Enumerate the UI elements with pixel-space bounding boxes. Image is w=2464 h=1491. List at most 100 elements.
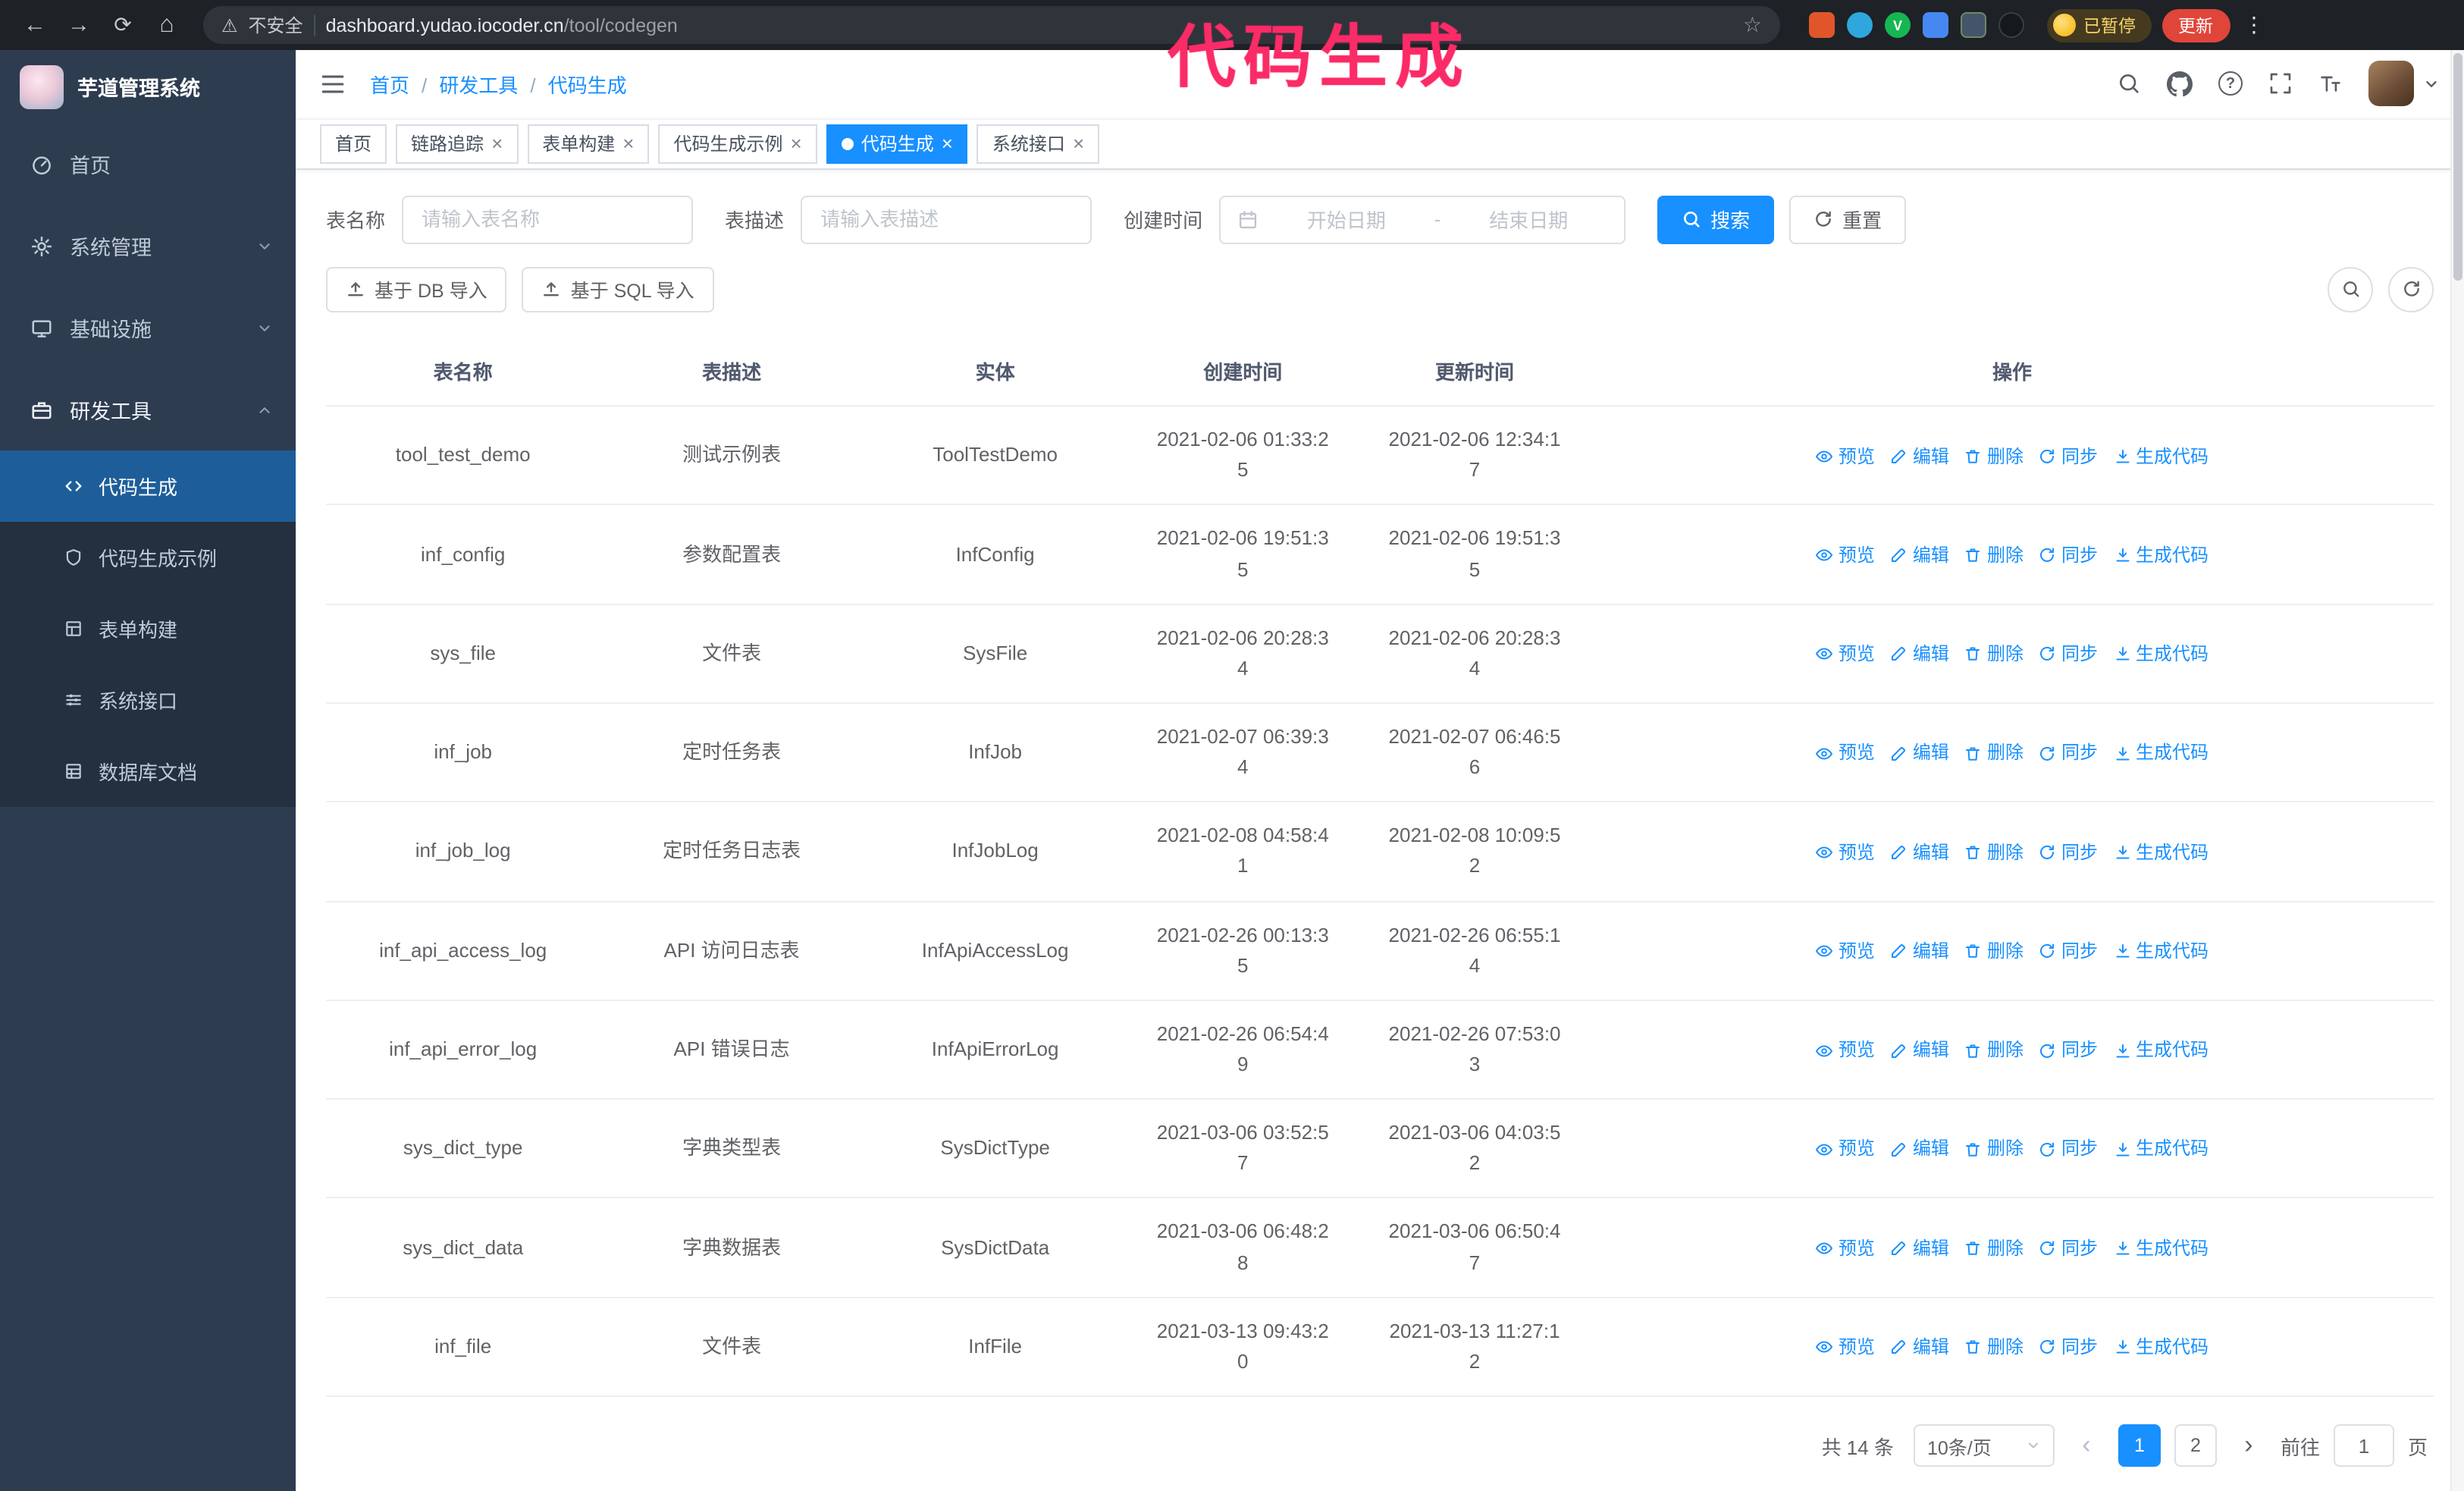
row-action-edit[interactable]: 编辑 bbox=[1890, 838, 1949, 866]
import-sql-button[interactable]: 基于 SQL 导入 bbox=[522, 266, 714, 312]
row-action-delete[interactable]: 删除 bbox=[1964, 1333, 2024, 1361]
tab-link-trace[interactable]: 链路追踪 bbox=[396, 124, 519, 164]
row-action-sync[interactable]: 同步 bbox=[2039, 739, 2098, 767]
row-action-generate[interactable]: 生成代码 bbox=[2113, 1235, 2209, 1263]
browser-update-button[interactable]: 更新 bbox=[2161, 8, 2230, 42]
sidebar-item-devtools[interactable]: 研发工具 bbox=[0, 369, 296, 450]
row-action-edit[interactable]: 编辑 bbox=[1890, 1036, 1949, 1064]
extension-icon[interactable] bbox=[1923, 12, 1948, 38]
close-icon[interactable] bbox=[791, 133, 802, 153]
table-desc-input[interactable] bbox=[801, 195, 1092, 244]
extension-icon[interactable]: V bbox=[1885, 12, 1911, 38]
row-action-preview[interactable]: 预览 bbox=[1816, 1333, 1875, 1361]
sidebar-item-api[interactable]: 系统接口 bbox=[0, 664, 296, 736]
profile-paused-badge[interactable]: 已暂停 bbox=[2047, 8, 2151, 42]
row-action-generate[interactable]: 生成代码 bbox=[2113, 442, 2209, 470]
close-icon[interactable] bbox=[942, 133, 953, 153]
app-logo[interactable]: 芋道管理系统 bbox=[0, 50, 296, 123]
row-action-generate[interactable]: 生成代码 bbox=[2113, 640, 2209, 668]
help-icon[interactable] bbox=[2218, 71, 2243, 96]
row-action-preview[interactable]: 预览 bbox=[1816, 640, 1875, 668]
font-size-icon[interactable] bbox=[2318, 72, 2343, 96]
sidebar-item-codegen-example[interactable]: 代码生成示例 bbox=[0, 522, 296, 593]
address-bar[interactable]: 不安全 dashboard.yudao.iocoder.cn/tool/code… bbox=[203, 6, 1780, 44]
date-range-picker[interactable]: 开始日期 - 结束日期 bbox=[1219, 195, 1626, 244]
tab-api[interactable]: 系统接口 bbox=[977, 124, 1100, 164]
import-db-button[interactable]: 基于 DB 导入 bbox=[326, 266, 507, 312]
sidebar-item-codegen[interactable]: 代码生成 bbox=[0, 450, 296, 522]
scrollbar[interactable] bbox=[2450, 50, 2464, 1491]
browser-back-icon[interactable] bbox=[15, 5, 55, 45]
extension-icon[interactable] bbox=[1809, 12, 1835, 38]
browser-forward-icon[interactable] bbox=[59, 5, 99, 45]
breadcrumb-devtools[interactable]: 研发工具 bbox=[439, 70, 547, 99]
row-action-delete[interactable]: 删除 bbox=[1964, 937, 2024, 965]
extension-icon[interactable] bbox=[1847, 12, 1873, 38]
tab-home[interactable]: 首页 bbox=[320, 124, 387, 164]
github-icon[interactable] bbox=[2167, 71, 2193, 97]
close-icon[interactable] bbox=[1073, 133, 1084, 153]
row-action-generate[interactable]: 生成代码 bbox=[2113, 937, 2209, 965]
row-action-sync[interactable]: 同步 bbox=[2039, 640, 2098, 668]
sidebar-item-system[interactable]: 系统管理 bbox=[0, 205, 296, 287]
row-action-sync[interactable]: 同步 bbox=[2039, 1235, 2098, 1263]
fullscreen-icon[interactable] bbox=[2268, 72, 2293, 96]
page-1-button[interactable]: 1 bbox=[2118, 1424, 2161, 1467]
row-action-generate[interactable]: 生成代码 bbox=[2113, 1036, 2209, 1064]
sidebar-item-home[interactable]: 首页 bbox=[0, 123, 296, 205]
row-action-generate[interactable]: 生成代码 bbox=[2113, 541, 2209, 570]
row-action-sync[interactable]: 同步 bbox=[2039, 1333, 2098, 1361]
row-action-generate[interactable]: 生成代码 bbox=[2113, 1135, 2209, 1163]
row-action-delete[interactable]: 删除 bbox=[1964, 739, 2024, 767]
row-action-delete[interactable]: 删除 bbox=[1964, 1235, 2024, 1263]
breadcrumb-home[interactable]: 首页 bbox=[370, 70, 439, 99]
row-action-preview[interactable]: 预览 bbox=[1816, 1036, 1875, 1064]
row-action-preview[interactable]: 预览 bbox=[1816, 739, 1875, 767]
row-action-preview[interactable]: 预览 bbox=[1816, 1235, 1875, 1263]
next-page-button[interactable] bbox=[2230, 1424, 2267, 1467]
search-button[interactable]: 搜索 bbox=[1657, 195, 1775, 244]
row-action-preview[interactable]: 预览 bbox=[1816, 442, 1875, 470]
close-icon[interactable] bbox=[491, 133, 503, 153]
tab-codegen-example[interactable]: 代码生成示例 bbox=[658, 124, 817, 164]
row-action-generate[interactable]: 生成代码 bbox=[2113, 1333, 2209, 1361]
row-action-generate[interactable]: 生成代码 bbox=[2113, 838, 2209, 866]
prev-page-button[interactable] bbox=[2068, 1424, 2105, 1467]
browser-home-icon[interactable] bbox=[147, 5, 187, 45]
reset-button[interactable]: 重置 bbox=[1789, 195, 1907, 244]
refresh-table-button[interactable] bbox=[2388, 266, 2434, 312]
row-action-sync[interactable]: 同步 bbox=[2039, 442, 2098, 470]
row-action-delete[interactable]: 删除 bbox=[1964, 541, 2024, 570]
row-action-edit[interactable]: 编辑 bbox=[1890, 442, 1949, 470]
sidebar-item-infra[interactable]: 基础设施 bbox=[0, 287, 296, 369]
security-label[interactable]: 不安全 bbox=[249, 12, 303, 38]
hamburger-icon[interactable] bbox=[320, 71, 346, 97]
row-action-preview[interactable]: 预览 bbox=[1816, 838, 1875, 866]
row-action-sync[interactable]: 同步 bbox=[2039, 1135, 2098, 1163]
page-2-button[interactable]: 2 bbox=[2174, 1424, 2217, 1467]
row-action-preview[interactable]: 预览 bbox=[1816, 1135, 1875, 1163]
row-action-edit[interactable]: 编辑 bbox=[1890, 739, 1949, 767]
row-action-edit[interactable]: 编辑 bbox=[1890, 1333, 1949, 1361]
row-action-delete[interactable]: 删除 bbox=[1964, 1135, 2024, 1163]
row-action-edit[interactable]: 编辑 bbox=[1890, 541, 1949, 570]
row-action-delete[interactable]: 删除 bbox=[1964, 838, 2024, 866]
sidebar-item-form-builder[interactable]: 表单构建 bbox=[0, 593, 296, 664]
row-action-preview[interactable]: 预览 bbox=[1816, 541, 1875, 570]
close-icon[interactable] bbox=[622, 133, 634, 153]
row-action-sync[interactable]: 同步 bbox=[2039, 541, 2098, 570]
extension-icon[interactable] bbox=[1998, 12, 2024, 38]
page-size-select[interactable]: 10条/页 bbox=[1913, 1424, 2055, 1467]
start-date-placeholder[interactable]: 开始日期 bbox=[1268, 205, 1425, 234]
row-action-preview[interactable]: 预览 bbox=[1816, 937, 1875, 965]
row-action-sync[interactable]: 同步 bbox=[2039, 1036, 2098, 1064]
search-icon[interactable] bbox=[2117, 72, 2141, 96]
row-action-edit[interactable]: 编辑 bbox=[1890, 1135, 1949, 1163]
table-name-input[interactable] bbox=[402, 195, 694, 244]
sidebar-item-db-doc[interactable]: 数据库文档 bbox=[0, 736, 296, 807]
row-action-generate[interactable]: 生成代码 bbox=[2113, 739, 2209, 767]
bookmark-star-icon[interactable] bbox=[1743, 12, 1762, 38]
browser-menu-icon[interactable] bbox=[2234, 5, 2274, 45]
row-action-sync[interactable]: 同步 bbox=[2039, 937, 2098, 965]
tab-codegen[interactable]: 代码生成 bbox=[826, 124, 968, 164]
